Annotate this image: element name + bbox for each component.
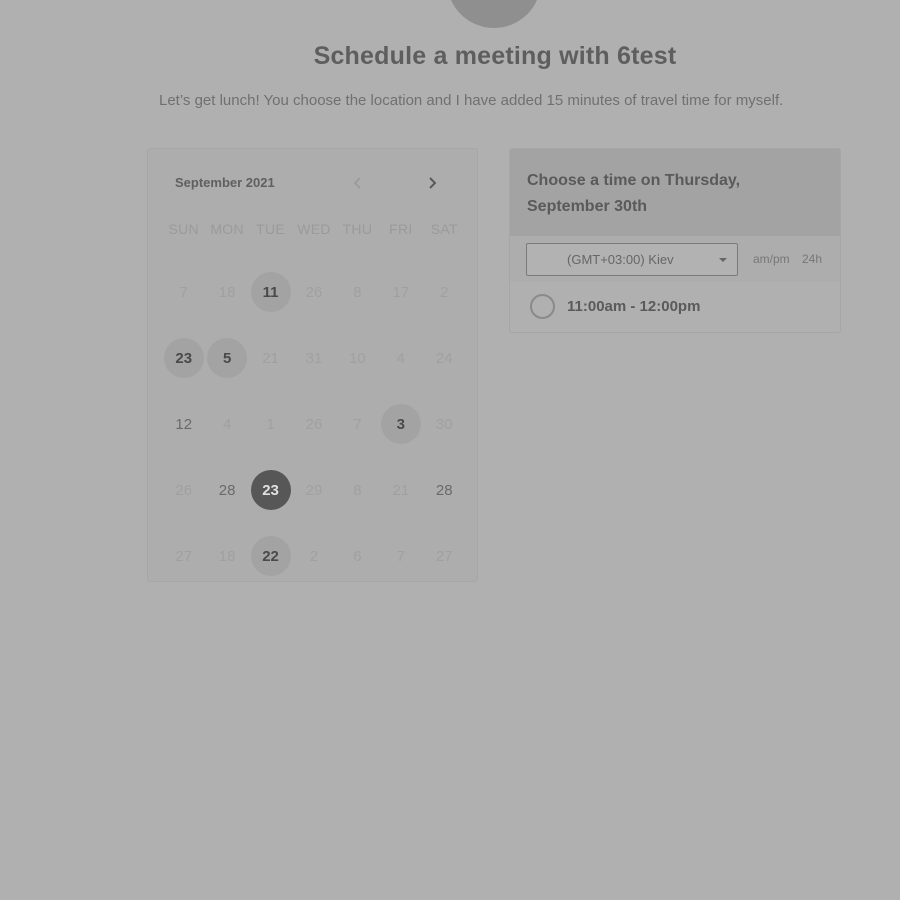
calendar-day-label: 8 <box>353 481 362 499</box>
calendar-day-label: 5 <box>207 338 248 378</box>
weekday-wed: WED <box>297 221 331 237</box>
chevron-right-icon[interactable] <box>422 174 442 194</box>
calendar-day: 31 <box>292 325 335 391</box>
calendar-day: 28 <box>423 457 466 523</box>
calendar-day: 28 <box>205 457 248 523</box>
calendar-day: 12 <box>162 391 205 457</box>
calendar-day-label: 29 <box>305 481 323 499</box>
calendar-day-label: 4 <box>396 349 406 367</box>
calendar-day-label: 2 <box>440 283 449 301</box>
calendar-day-label: 28 <box>435 481 453 499</box>
calendar: September 2021 SUN MON TUE WED THU FRI S… <box>147 148 478 582</box>
calendar-day: 26 <box>162 457 205 523</box>
timezone-select[interactable]: (GMT+03:00) Kiev <box>526 243 738 276</box>
calendar-day: 7 <box>379 523 422 589</box>
calendar-day: 4 <box>205 391 248 457</box>
calendar-month-label: September 2021 <box>175 175 275 190</box>
calendar-day: 26 <box>292 391 335 457</box>
calendar-day-label: 27 <box>435 547 453 565</box>
weekday-tue: TUE <box>256 221 286 237</box>
calendar-day: 10 <box>336 325 379 391</box>
calendar-day-label: 2 <box>309 547 319 565</box>
weekday-thu: THU <box>342 221 373 237</box>
calendar-day-label: 26 <box>305 283 323 301</box>
calendar-day-label: 22 <box>250 536 291 576</box>
format-24h-toggle[interactable]: 24h <box>802 252 822 266</box>
calendar-day-label: 3 <box>380 404 421 444</box>
calendar-day[interactable]: 11 <box>249 259 292 325</box>
calendar-day-label: 21 <box>262 349 279 367</box>
calendar-day: 6 <box>336 523 379 589</box>
calendar-day-label: 4 <box>222 415 232 433</box>
timezone-value: (GMT+03:00) Kiev <box>567 252 674 267</box>
calendar-day: 18 <box>205 523 248 589</box>
calendar-day-label: 6 <box>353 547 362 565</box>
time-picker-heading: Choose a time on Thursday, September 30t… <box>510 149 840 236</box>
host-avatar <box>447 0 541 28</box>
calendar-day-label: 21 <box>392 481 410 499</box>
calendar-day-label: 23 <box>163 338 204 378</box>
time-slot-label: 11:00am - 12:00pm <box>567 298 701 315</box>
timezone-row: (GMT+03:00) Kiev am/pm 24h <box>510 236 840 282</box>
meeting-description: Let’s get lunch! You choose the location… <box>159 92 784 109</box>
calendar-day: 4 <box>379 325 422 391</box>
calendar-day: 27 <box>162 523 205 589</box>
calendar-day-label: 23 <box>250 470 291 510</box>
calendar-day-label: 12 <box>175 415 193 433</box>
time-slot[interactable]: 11:00am - 12:00pm <box>510 282 840 332</box>
calendar-day[interactable]: 23 <box>249 457 292 523</box>
calendar-day[interactable]: 5 <box>205 325 248 391</box>
chevron-left-icon[interactable] <box>348 174 368 194</box>
calendar-day-label: 18 <box>218 547 236 565</box>
calendar-day: 2 <box>292 523 335 589</box>
format-ampm-toggle[interactable]: am/pm <box>753 252 790 266</box>
calendar-day-label: 24 <box>435 349 453 367</box>
calendar-day: 7 <box>162 259 205 325</box>
calendar-day-label: 10 <box>349 349 366 367</box>
calendar-day-label: 18 <box>218 283 236 301</box>
calendar-day: 2 <box>423 259 466 325</box>
calendar-day-label: 8 <box>353 283 362 301</box>
calendar-day: 21 <box>249 325 292 391</box>
calendar-day-label: 7 <box>396 547 406 565</box>
calendar-day-label: 30 <box>435 415 453 433</box>
calendar-day[interactable]: 3 <box>379 391 422 457</box>
calendar-day-label: 11 <box>250 272 291 312</box>
calendar-day: 8 <box>336 457 379 523</box>
calendar-day: 7 <box>336 391 379 457</box>
weekday-mon: MON <box>210 221 244 237</box>
calendar-day: 1 <box>249 391 292 457</box>
calendar-day: 17 <box>379 259 422 325</box>
calendar-day[interactable]: 23 <box>162 325 205 391</box>
calendar-day: 21 <box>379 457 422 523</box>
calendar-day-label: 17 <box>392 283 410 301</box>
calendar-day: 24 <box>423 325 466 391</box>
calendar-day-label: 26 <box>305 415 323 433</box>
weekday-fri: FRI <box>389 221 413 237</box>
calendar-day-grid: 7 18 11 26 8 17 2 23 5 21 31 10 4 24 12 4 1 26 7 3 30 26 28 23 2… <box>162 259 466 589</box>
calendar-day-label: 7 <box>179 283 188 301</box>
radio-icon[interactable] <box>530 294 555 319</box>
page-title: Schedule a meeting with 6test <box>313 42 677 70</box>
time-picker-panel: Choose a time on Thursday, September 30t… <box>509 148 841 333</box>
calendar-day[interactable]: 22 <box>249 523 292 589</box>
calendar-day-label: 1 <box>266 415 275 433</box>
calendar-day: 8 <box>336 259 379 325</box>
calendar-day: 26 <box>292 259 335 325</box>
calendar-day-label: 7 <box>353 415 362 433</box>
caret-down-icon <box>719 258 727 262</box>
calendar-day-label: 31 <box>305 349 323 367</box>
calendar-day: 18 <box>205 259 248 325</box>
calendar-day-label: 28 <box>218 481 236 499</box>
calendar-day-label: 26 <box>175 481 193 499</box>
calendar-day: 30 <box>423 391 466 457</box>
weekday-header: SUN MON TUE WED THU FRI SAT <box>162 221 466 237</box>
weekday-sun: SUN <box>168 221 199 237</box>
calendar-day: 29 <box>292 457 335 523</box>
calendar-day: 27 <box>423 523 466 589</box>
calendar-day-label: 27 <box>175 547 193 565</box>
weekday-sat: SAT <box>430 221 458 237</box>
